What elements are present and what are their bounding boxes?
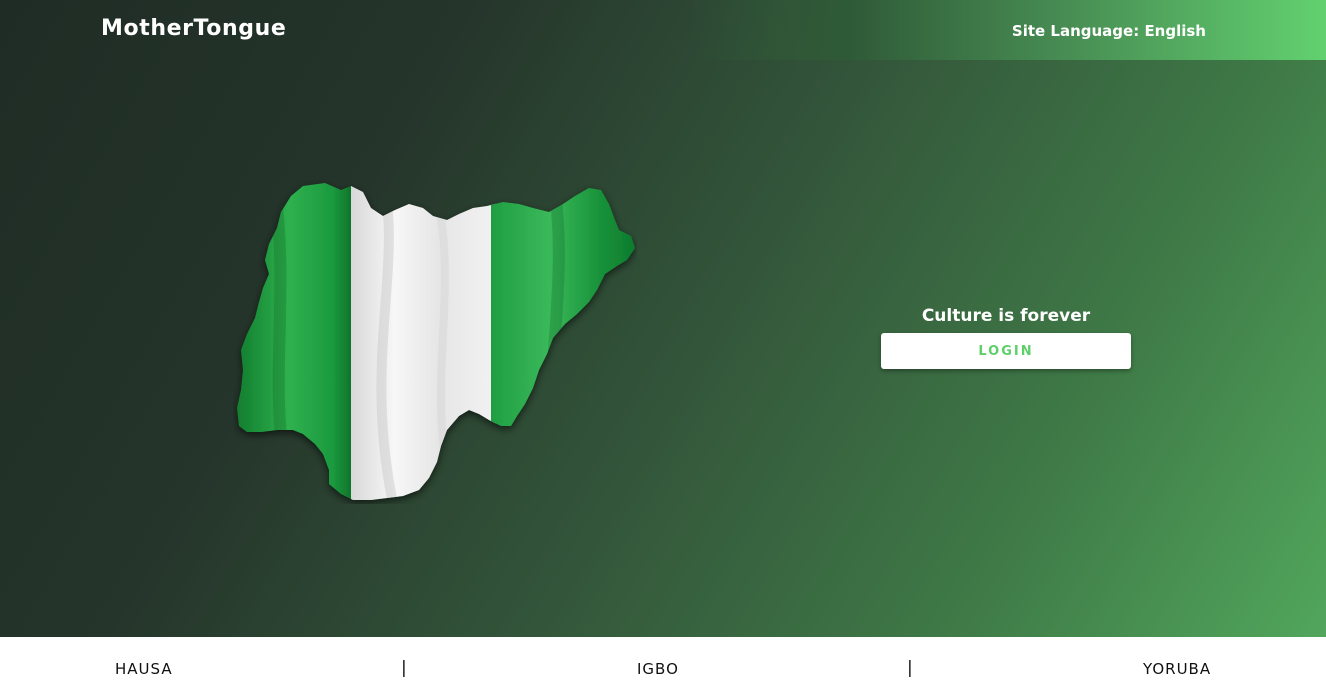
language-link-hausa[interactable]: HAUSA [115,660,173,678]
cta-panel: Culture is forever LOGIN [881,305,1131,369]
language-separator: | [907,658,913,678]
nigeria-flag-map-image [233,178,637,504]
language-separator: | [401,658,407,678]
tagline: Culture is forever [921,306,1091,326]
footer-language-bar: HAUSA | IGBO | YORUBA [0,637,1326,696]
site-language-label: Site Language: [1011,22,1145,40]
brand-logo[interactable]: MotherTongue [101,16,286,41]
top-navbar: MotherTongue Site Language: English [0,0,1326,60]
site-language-value: English [1144,22,1206,40]
site-language-selector[interactable]: Site Language: English [1012,22,1206,40]
hero-section: MotherTongue Site Language: English Cult… [0,0,1326,637]
language-link-yoruba[interactable]: YORUBA [1143,660,1211,678]
login-button[interactable]: LOGIN [881,333,1131,369]
language-link-igbo[interactable]: IGBO [637,660,679,678]
